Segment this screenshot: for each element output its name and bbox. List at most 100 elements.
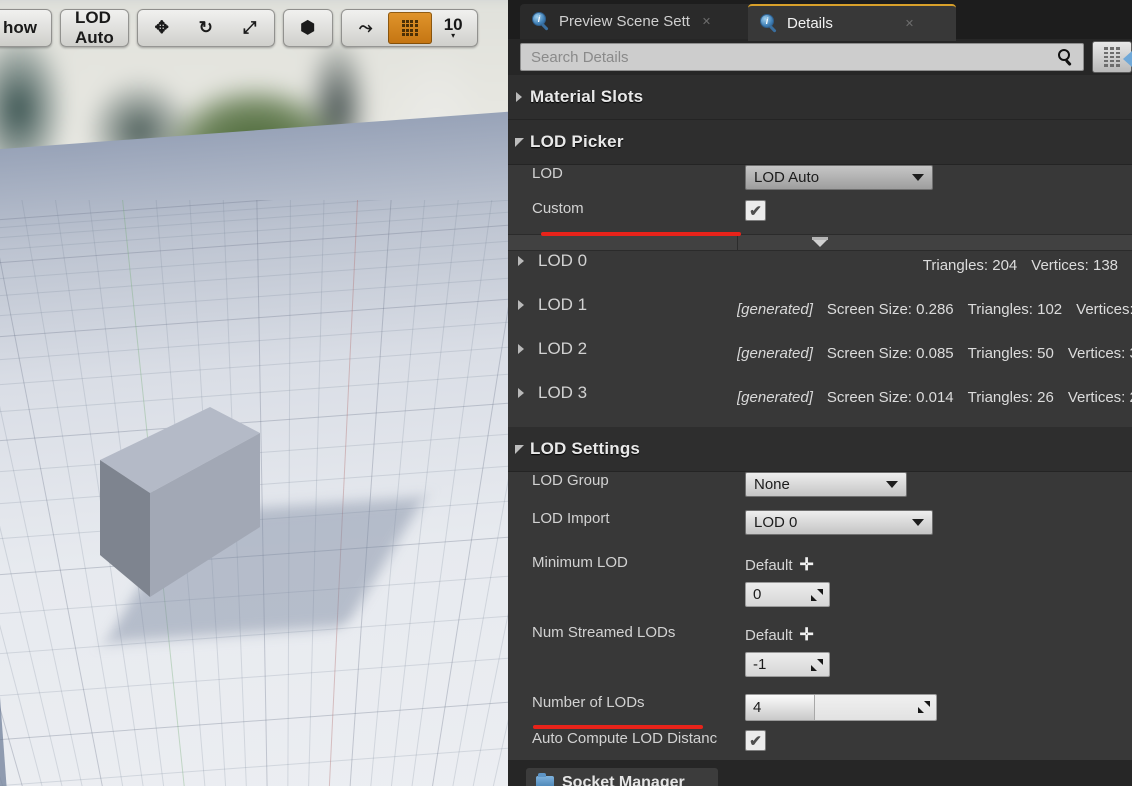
caret-down-icon [912, 174, 924, 181]
triangle-right-icon[interactable] [518, 388, 538, 398]
annotation-underline-custom [541, 232, 741, 236]
move-tool-icon[interactable]: ✥ [140, 12, 184, 44]
dropdown-value: LOD 0 [754, 514, 798, 531]
default-label: Default [745, 626, 793, 644]
lod-row[interactable]: LOD 1 [generated] Screen Size: 0.286 Triang… [508, 295, 1132, 339]
default-label: Default [745, 556, 793, 574]
grid-snap-toggle[interactable] [387, 12, 432, 44]
socket-manager-section[interactable]: Socket Manager [508, 760, 1132, 786]
search-input[interactable] [529, 47, 1058, 67]
rotate-tool-icon[interactable]: ↻ [184, 12, 228, 44]
surface-snap-icon[interactable]: ⤳ [344, 12, 388, 44]
add-override-icon[interactable]: ✛ [800, 556, 814, 573]
triangle-down-icon[interactable] [508, 444, 530, 454]
property-label: Num Streamed LODs [532, 624, 676, 641]
transform-tools-group[interactable]: ✥ ↻ ⤢ [136, 9, 275, 47]
collapse-left-icon [1122, 51, 1132, 67]
number-value: -1 [753, 656, 767, 673]
tab-close-icon[interactable]: ✕ [905, 17, 914, 30]
resize-grip-icon[interactable] [811, 588, 823, 601]
lod-info-segment: Vertices: 20 [1067, 389, 1132, 406]
lod-info-segment: Triangles: 204 [922, 257, 1018, 274]
lod-info-segment: [generated] [737, 389, 813, 406]
property-value: LOD Auto [737, 165, 1132, 190]
category-label: LOD Picker [530, 132, 624, 151]
lod-info-segment: Triangles: 50 [967, 345, 1054, 362]
preview-cube-mesh[interactable] [95, 385, 355, 645]
tab-label: Preview Scene Sett [559, 13, 690, 30]
lod-auto-button[interactable]: LOD Auto [60, 8, 129, 47]
annotation-underline-number-of-lods [533, 725, 703, 729]
property-label: LOD Import [532, 510, 610, 527]
lod-info-segment: [generated] [737, 301, 813, 318]
resize-grip-icon[interactable] [918, 701, 930, 713]
lod-row[interactable]: LOD 0 Triangles: 204 Vertices: 138 [508, 251, 1132, 295]
search-icon [1058, 48, 1075, 66]
triangle-right-icon[interactable] [508, 92, 530, 102]
dropdown-lod-group[interactable]: None [745, 472, 907, 497]
triangle-right-icon[interactable] [518, 344, 538, 354]
number-field-minimum-lod[interactable]: 0 [745, 582, 830, 607]
property-row: Auto Compute LOD Distanc ✔ [508, 730, 1132, 760]
category-header-material-slots[interactable]: Material Slots [508, 75, 1132, 120]
preview-viewport[interactable]: how LOD Auto ✥ ↻ ⤢ ⬢ ⤳ 10 ▾ [0, 0, 508, 786]
details-panel: i Preview Scene Sett ✕ i Details ✕ Searc… [508, 0, 1132, 786]
slider-number-of-lods[interactable]: 4 [745, 694, 937, 721]
collapse-panel-button[interactable] [1118, 50, 1132, 68]
tab-close-icon[interactable]: ✕ [702, 15, 711, 28]
caret-down-icon [886, 481, 898, 488]
triangle-right-icon[interactable] [518, 256, 538, 266]
lod-label: LOD 2 [538, 339, 588, 358]
property-label: Auto Compute LOD Distanc [532, 730, 718, 747]
category-header-lod-picker[interactable]: LOD Picker [508, 120, 1132, 165]
grid-snap-size-dropdown[interactable]: 10 ▾ [432, 16, 475, 40]
property-tree: Material Slots LOD Picker LOD LOD Auto Custo… [508, 75, 1132, 786]
lod-stats: Triangles: 204 Vertices: 138 [737, 251, 1132, 274]
property-row: Custom ✔ [508, 200, 1132, 234]
panel-tab-strip: i Preview Scene Sett ✕ i Details ✕ [508, 0, 1132, 41]
lod-info-segment: Vertices: 36 [1067, 345, 1132, 362]
lod-row[interactable]: LOD 2 [generated] Screen Size: 0.085 Triang… [508, 339, 1132, 383]
property-label: Custom [532, 200, 584, 217]
socket-icon [536, 773, 554, 786]
property-value: ✔ [737, 200, 1132, 221]
tab-preview-scene-settings[interactable]: i Preview Scene Sett ✕ [520, 4, 758, 39]
viewport-toolbar[interactable]: how LOD Auto ✥ ↻ ⤢ ⬢ ⤳ 10 ▾ [0, 8, 508, 48]
dropdown-value: LOD Auto [754, 169, 820, 186]
checkbox-auto-compute-lod-distanc[interactable]: ✔ [745, 730, 766, 751]
lod-info-segment: [generated] [737, 345, 813, 362]
dropdown-lod[interactable]: LOD Auto [745, 165, 933, 190]
triangle-down-icon[interactable] [508, 137, 530, 147]
lod-info-segment: Triangles: 102 [967, 301, 1063, 318]
property-value: 4 [737, 694, 1132, 721]
caret-down-icon [912, 519, 924, 526]
lod-info-segment: Triangles: 26 [967, 389, 1054, 406]
add-override-icon[interactable]: ✛ [800, 626, 814, 643]
expand-more-strip[interactable] [508, 234, 1132, 251]
snapping-group[interactable]: ⤳ 10 ▾ [340, 9, 478, 47]
property-label: LOD Group [532, 472, 609, 489]
dropdown-lod-import[interactable]: LOD 0 [745, 510, 933, 535]
triangle-right-icon[interactable] [518, 300, 538, 310]
show-menu-button[interactable]: how [0, 9, 52, 47]
number-field-num-streamed-lods[interactable]: -1 [745, 652, 830, 677]
lod-info-segment: Vertices: 138 [1031, 257, 1118, 274]
property-value: None [737, 472, 1132, 497]
checkbox-custom[interactable]: ✔ [745, 200, 766, 221]
category-header-lod-settings[interactable]: LOD Settings [508, 427, 1132, 472]
property-row: LOD Import LOD 0 [508, 510, 1132, 554]
tab-details[interactable]: i Details ✕ [748, 4, 956, 41]
lod-row[interactable]: LOD 3 [generated] Screen Size: 0.014 Triang… [508, 383, 1132, 427]
category-label: Material Slots [530, 87, 644, 106]
search-details-field[interactable] [520, 43, 1084, 71]
default-override-row[interactable]: Default ✛ [745, 554, 1132, 576]
cube-icon[interactable]: ⬢ [286, 12, 330, 44]
lod-stats: [generated] Screen Size: 0.085 Triangles: … [737, 339, 1132, 362]
details-magnifier-icon: i [760, 14, 779, 33]
default-override-row[interactable]: Default ✛ [745, 624, 1132, 646]
scale-tool-icon[interactable]: ⤢ [228, 12, 272, 44]
coordinate-system-button[interactable]: ⬢ [282, 9, 333, 47]
resize-grip-icon[interactable] [811, 658, 823, 671]
lod-stats: [generated] Screen Size: 0.014 Triangles: … [737, 383, 1132, 406]
property-row: Minimum LOD Default ✛ 0 [508, 554, 1132, 624]
